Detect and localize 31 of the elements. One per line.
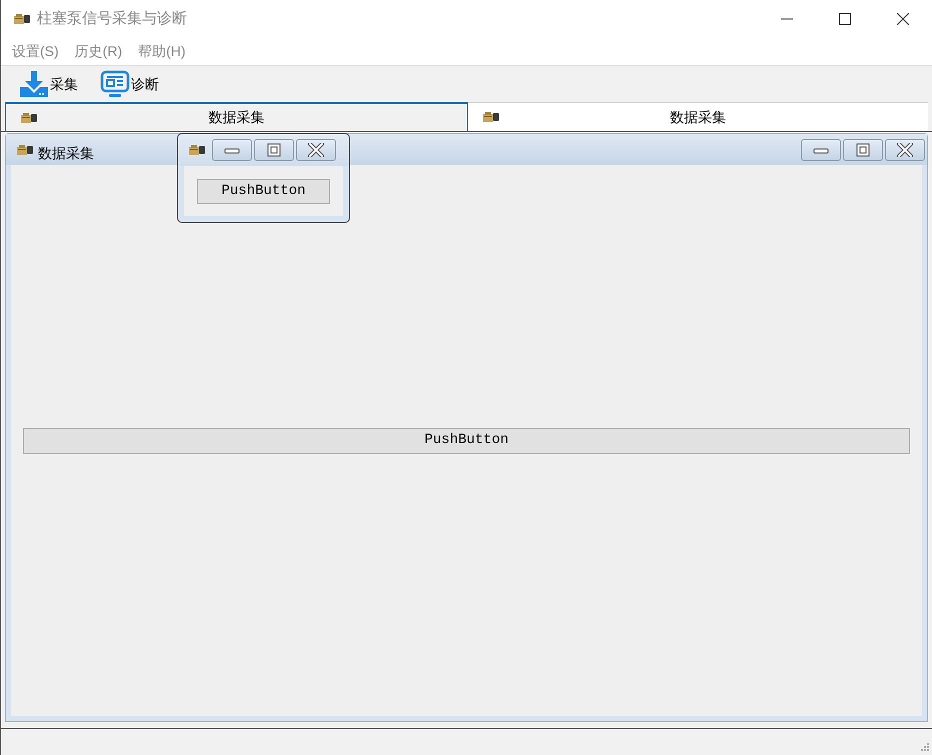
maximize-button[interactable] — [843, 138, 883, 160]
close-icon — [897, 13, 909, 25]
maximize-button[interactable] — [254, 139, 294, 161]
menu-item[interactable]: 历史(R) — [68, 41, 130, 62]
push-button[interactable]: PushButton — [23, 428, 910, 454]
push-button[interactable]: PushButton — [197, 178, 330, 204]
toolbar-button[interactable]: 诊断 — [100, 70, 159, 98]
minimize-button[interactable] — [212, 139, 252, 161]
maximize-icon — [854, 142, 872, 156]
pump-icon — [188, 143, 206, 157]
close-button[interactable] — [296, 139, 336, 161]
window-title: 柱塞泵信号采集与诊断 — [37, 8, 187, 29]
close-icon — [896, 142, 914, 156]
maximize-icon — [265, 143, 283, 157]
close-button[interactable] — [885, 138, 925, 160]
pump-icon — [20, 110, 38, 124]
menu-item[interactable]: 帮助(H) — [131, 41, 193, 62]
pump-icon — [16, 142, 34, 156]
pump-icon — [482, 110, 500, 124]
download-icon — [19, 70, 49, 98]
resize-grip-icon — [920, 743, 930, 753]
tab[interactable]: 数据采集 — [5, 102, 468, 131]
monitor-icon — [100, 70, 130, 98]
tab[interactable]: 数据采集 — [468, 102, 928, 131]
close-icon — [307, 143, 325, 157]
maximize-icon — [839, 13, 851, 25]
minimize-button[interactable] — [801, 138, 841, 160]
menu-item[interactable]: 设置(S) — [5, 41, 66, 62]
pump-icon — [13, 12, 31, 26]
subwindow-title: 数据采集 — [38, 144, 94, 163]
toolbar-button[interactable]: 采集 — [19, 70, 78, 98]
